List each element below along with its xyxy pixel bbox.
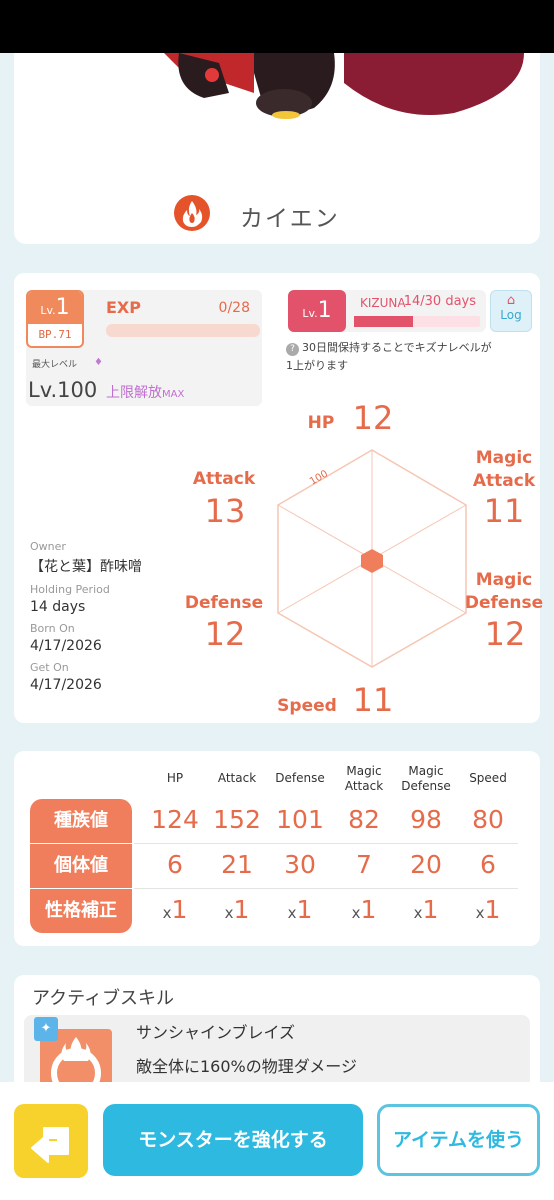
table-cell: x1 (396, 895, 456, 924)
magic-attack-value: 11 (483, 492, 525, 530)
stats-card: Lv.1 BP.71 EXP 0/28 最大レベル ♦ Lv.100 上限解放M… (14, 273, 543, 723)
return-arrow-icon (31, 1127, 69, 1163)
use-item-button[interactable]: アイテムを使う (377, 1104, 540, 1176)
table-cell: x1 (334, 895, 394, 924)
fire-icon (174, 195, 210, 231)
magic-defense-label-1: Magic (475, 570, 533, 590)
skill-name: サンシャインブレイズ (136, 1023, 296, 1042)
defense-value: 12 (204, 615, 246, 653)
stats-table-card: HP Attack Defense Magic Attack Magic Def… (14, 751, 540, 946)
speed-label: Speed (277, 696, 337, 716)
defense-label: Defense (184, 593, 264, 613)
row-divider (134, 888, 518, 889)
table-cell: 6 (167, 850, 183, 879)
row-label-nature: 性格補正 (30, 889, 132, 933)
table-cell: 124 (151, 805, 199, 834)
table-cell: 80 (472, 805, 504, 834)
row-label-iv: 個体値 (30, 844, 132, 888)
multiplier-value: 1 (233, 895, 250, 924)
table-header-attack: Attack (217, 771, 257, 785)
skill-description: 敵全体に160%の物理ダメージ (136, 1057, 357, 1076)
hp-label: HP (307, 413, 335, 433)
table-header-magic-attack: Magic Attack (344, 764, 384, 793)
table-header-hp: HP (166, 771, 184, 785)
back-button[interactable] (14, 1104, 88, 1178)
table-cell: x1 (145, 895, 205, 924)
monster-hero-card: カイエン (14, 53, 540, 244)
table-cell: x1 (458, 895, 518, 924)
status-bar (0, 0, 554, 53)
magic-attack-label-2: Attack (472, 471, 536, 491)
magic-attack-label: Magic Attack (468, 447, 540, 493)
magic-defense-label: Magic Defense (464, 569, 544, 615)
sword-icon: ✦ (34, 1017, 58, 1041)
multiplier-value: 1 (296, 895, 313, 924)
attack-label: Attack (192, 469, 256, 489)
attack-value: 13 (204, 492, 246, 530)
monster-name: カイエン (240, 206, 340, 232)
table-header-defense: Defense (275, 771, 325, 785)
table-header-magic-defense: Magic Defense (401, 764, 451, 793)
table-cell: 101 (276, 805, 324, 834)
magic-defense-label-2: Defense (464, 593, 544, 613)
speed-value: 11 (352, 681, 394, 719)
table-cell: 98 (410, 805, 442, 834)
multiplier-value: 1 (422, 895, 439, 924)
bottom-action-bar: モンスターを強化する アイテムを使う (0, 1082, 554, 1200)
table-cell: 7 (356, 850, 372, 879)
table-cell: 82 (348, 805, 380, 834)
table-cell: 6 (480, 850, 496, 879)
magic-attack-label-1: Magic (475, 448, 533, 468)
monster-image (164, 53, 524, 119)
table-cell: x1 (207, 895, 267, 924)
table-cell: 152 (213, 805, 261, 834)
multiplier-value: 1 (171, 895, 188, 924)
table-cell: 20 (410, 850, 442, 879)
row-label-base: 種族値 (30, 799, 132, 843)
enhance-monster-button[interactable]: モンスターを強化する (103, 1104, 363, 1176)
table-cell: 21 (221, 850, 253, 879)
stats-radar-chart: 100 (277, 449, 467, 668)
hp-value: 12 (352, 399, 394, 437)
active-skill-title: アクティブスキル (32, 988, 175, 1009)
table-header-speed: Speed (469, 771, 507, 785)
table-cell: 30 (284, 850, 316, 879)
row-divider (134, 843, 518, 844)
multiplier-value: 1 (360, 895, 377, 924)
magic-defense-value: 12 (484, 615, 526, 653)
table-cell: x1 (270, 895, 330, 924)
multiplier-value: 1 (484, 895, 501, 924)
